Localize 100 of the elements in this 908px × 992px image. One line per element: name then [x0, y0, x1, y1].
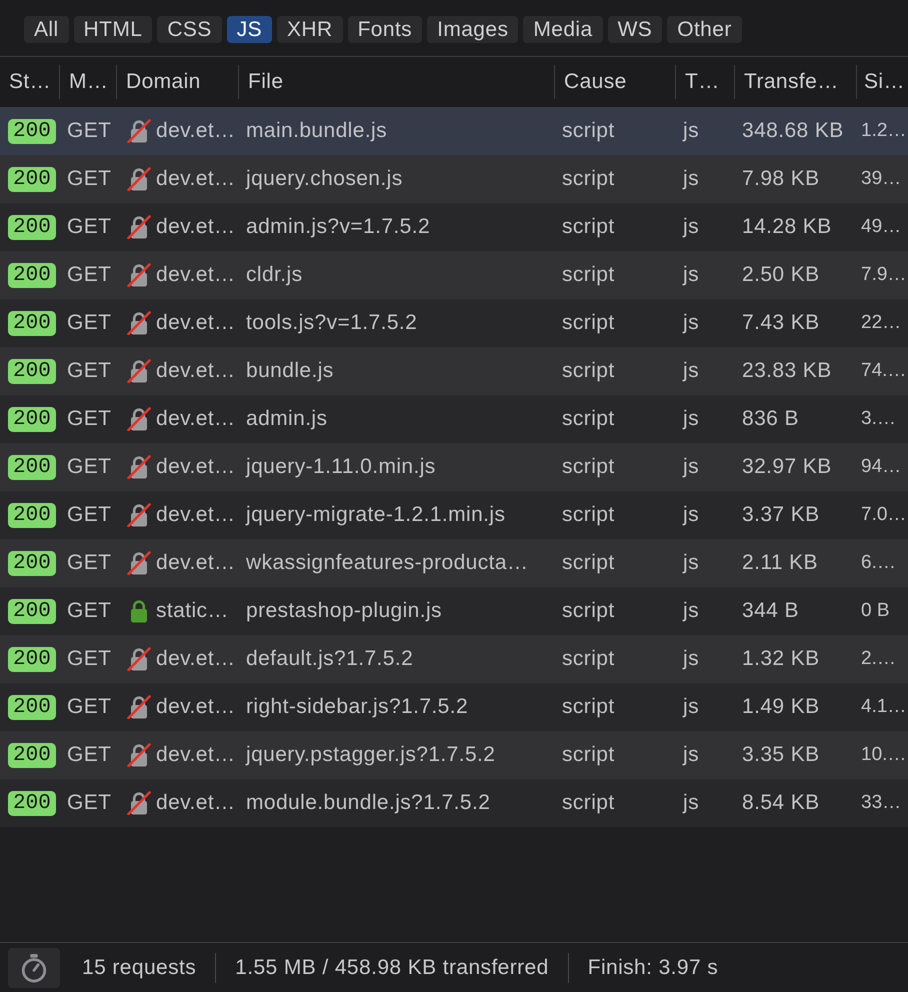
- method-text: GET: [67, 503, 112, 527]
- request-row[interactable]: 200 GET dev.et… admin.js?v=1.7.5.2 script js 14.28 KB 49…: [0, 203, 908, 251]
- transferred-text: 348.68 KB: [742, 119, 844, 143]
- transferred-text: 32.97 KB: [742, 455, 832, 479]
- method-text: GET: [67, 743, 112, 767]
- size-text: 33…: [861, 792, 902, 814]
- column-header[interactable]: Domain: [117, 65, 239, 99]
- cause-text: script: [562, 359, 615, 383]
- status-badge: 200: [8, 598, 56, 624]
- column-header[interactable]: Cause: [555, 65, 676, 99]
- filter-button[interactable]: Media: [523, 16, 603, 43]
- request-row[interactable]: 200 GET dev.et… jquery.pstagger.js?1.7.5.2 script js 3.35 KB 10.…: [0, 731, 908, 779]
- column-header[interactable]: Transfe…: [735, 65, 857, 99]
- size-text: 7.0…: [861, 504, 906, 526]
- type-text: js: [683, 407, 699, 431]
- filter-button[interactable]: Other: [667, 16, 742, 43]
- type-text: js: [683, 263, 699, 287]
- request-row[interactable]: 200 GET static… prestashop-plugin.js script js 344 B 0 B: [0, 587, 908, 635]
- filter-button[interactable]: WS: [608, 16, 662, 43]
- domain-text: dev.et…: [156, 119, 236, 143]
- request-row[interactable]: 200 GET dev.et… jquery-1.11.0.min.js script js 32.97 KB 94…: [0, 443, 908, 491]
- size-text: 10.…: [861, 744, 906, 766]
- column-header[interactable]: St…: [0, 65, 60, 99]
- transferred-text: 1.49 KB: [742, 695, 820, 719]
- file-name: cldr.js: [246, 263, 302, 287]
- filter-button[interactable]: All: [24, 16, 69, 43]
- method-text: GET: [67, 407, 112, 431]
- performance-button[interactable]: [8, 948, 60, 988]
- request-row[interactable]: 200 GET dev.et… wkassignfeatures-producta… script js 2.11 KB 6.…: [0, 539, 908, 587]
- size-text: 39…: [861, 168, 902, 190]
- filter-button[interactable]: JS: [226, 16, 272, 43]
- request-row[interactable]: 200 GET dev.et… right-sidebar.js?1.7.5.2 script js 1.49 KB 4.1…: [0, 683, 908, 731]
- transfer-summary: 1.55 MB / 458.98 KB transferred: [235, 956, 549, 980]
- cause-text: script: [562, 455, 615, 479]
- method-text: GET: [67, 215, 112, 239]
- status-badge: 200: [8, 358, 56, 384]
- type-text: js: [683, 647, 699, 671]
- transferred-text: 8.54 KB: [742, 791, 820, 815]
- domain-text: static…: [156, 599, 229, 623]
- file-name: jquery.pstagger.js?1.7.5.2: [246, 743, 496, 767]
- request-row[interactable]: 200 GET dev.et… main.bundle.js script js 348.68 KB 1.2…: [0, 107, 908, 155]
- method-text: GET: [67, 311, 112, 335]
- method-text: GET: [67, 647, 112, 671]
- file-name: tools.js?v=1.7.5.2: [246, 311, 418, 335]
- request-row[interactable]: 200 GET dev.et… tools.js?v=1.7.5.2 script js 7.43 KB 22…: [0, 299, 908, 347]
- column-header[interactable]: File: [239, 65, 555, 99]
- transferred-text: 23.83 KB: [742, 359, 832, 383]
- cause-text: script: [562, 743, 615, 767]
- cause-text: script: [562, 119, 615, 143]
- status-badge: 200: [8, 790, 56, 816]
- cause-text: script: [562, 167, 615, 191]
- file-name: admin.js: [246, 407, 328, 431]
- domain-text: dev.et…: [156, 551, 236, 575]
- type-text: js: [683, 167, 699, 191]
- transferred-text: 1.32 KB: [742, 647, 820, 671]
- filter-button[interactable]: CSS: [157, 16, 222, 43]
- file-name: module.bundle.js?1.7.5.2: [246, 791, 490, 815]
- domain-text: dev.et…: [156, 311, 236, 335]
- file-name: bundle.js: [246, 359, 334, 383]
- status-badge: 200: [8, 694, 56, 720]
- stopwatch-icon: [20, 952, 48, 982]
- filter-button[interactable]: XHR: [277, 16, 343, 43]
- cause-text: script: [562, 599, 615, 623]
- request-row[interactable]: 200 GET dev.et… default.js?1.7.5.2 script js 1.32 KB 2.…: [0, 635, 908, 683]
- request-row[interactable]: 200 GET dev.et… admin.js script js 836 B 3.…: [0, 395, 908, 443]
- transferred-text: 3.35 KB: [742, 743, 820, 767]
- request-row[interactable]: 200 GET dev.et… cldr.js script js 2.50 KB 7.9…: [0, 251, 908, 299]
- size-text: 49…: [861, 216, 902, 238]
- request-row[interactable]: 200 GET dev.et… bundle.js script js 23.83 KB 74.…: [0, 347, 908, 395]
- status-badge: 200: [8, 550, 56, 576]
- request-row[interactable]: 200 GET dev.et… jquery.chosen.js script js 7.98 KB 39…: [0, 155, 908, 203]
- domain-text: dev.et…: [156, 503, 236, 527]
- cause-text: script: [562, 791, 615, 815]
- file-name: admin.js?v=1.7.5.2: [246, 215, 430, 239]
- cause-text: script: [562, 695, 615, 719]
- domain-text: dev.et…: [156, 359, 236, 383]
- request-row[interactable]: 200 GET dev.et… jquery-migrate-1.2.1.min.js script js 3.37 KB 7.0…: [0, 491, 908, 539]
- transferred-text: 7.43 KB: [742, 311, 820, 335]
- file-name: right-sidebar.js?1.7.5.2: [246, 695, 468, 719]
- method-text: GET: [67, 359, 112, 383]
- file-name: jquery.chosen.js: [246, 167, 403, 191]
- column-header[interactable]: M…: [60, 65, 117, 99]
- request-row[interactable]: 200 GET dev.et… module.bundle.js?1.7.5.2 script js 8.54 KB 33…: [0, 779, 908, 827]
- size-text: 4.1…: [861, 696, 906, 718]
- status-badge: 200: [8, 214, 56, 240]
- transferred-text: 2.11 KB: [742, 551, 818, 575]
- column-header[interactable]: T…: [676, 65, 735, 99]
- status-badge: 200: [8, 406, 56, 432]
- type-text: js: [683, 695, 699, 719]
- size-text: 74.…: [861, 360, 906, 382]
- column-header[interactable]: Si…: [857, 65, 908, 99]
- domain-text: dev.et…: [156, 695, 236, 719]
- type-text: js: [683, 551, 699, 575]
- filter-button[interactable]: Images: [427, 16, 518, 43]
- status-badge: 200: [8, 310, 56, 336]
- filter-button[interactable]: HTML: [74, 16, 152, 43]
- type-text: js: [683, 359, 699, 383]
- size-text: 6.…: [861, 552, 896, 574]
- transferred-text: 836 B: [742, 407, 799, 431]
- filter-button[interactable]: Fonts: [348, 16, 422, 43]
